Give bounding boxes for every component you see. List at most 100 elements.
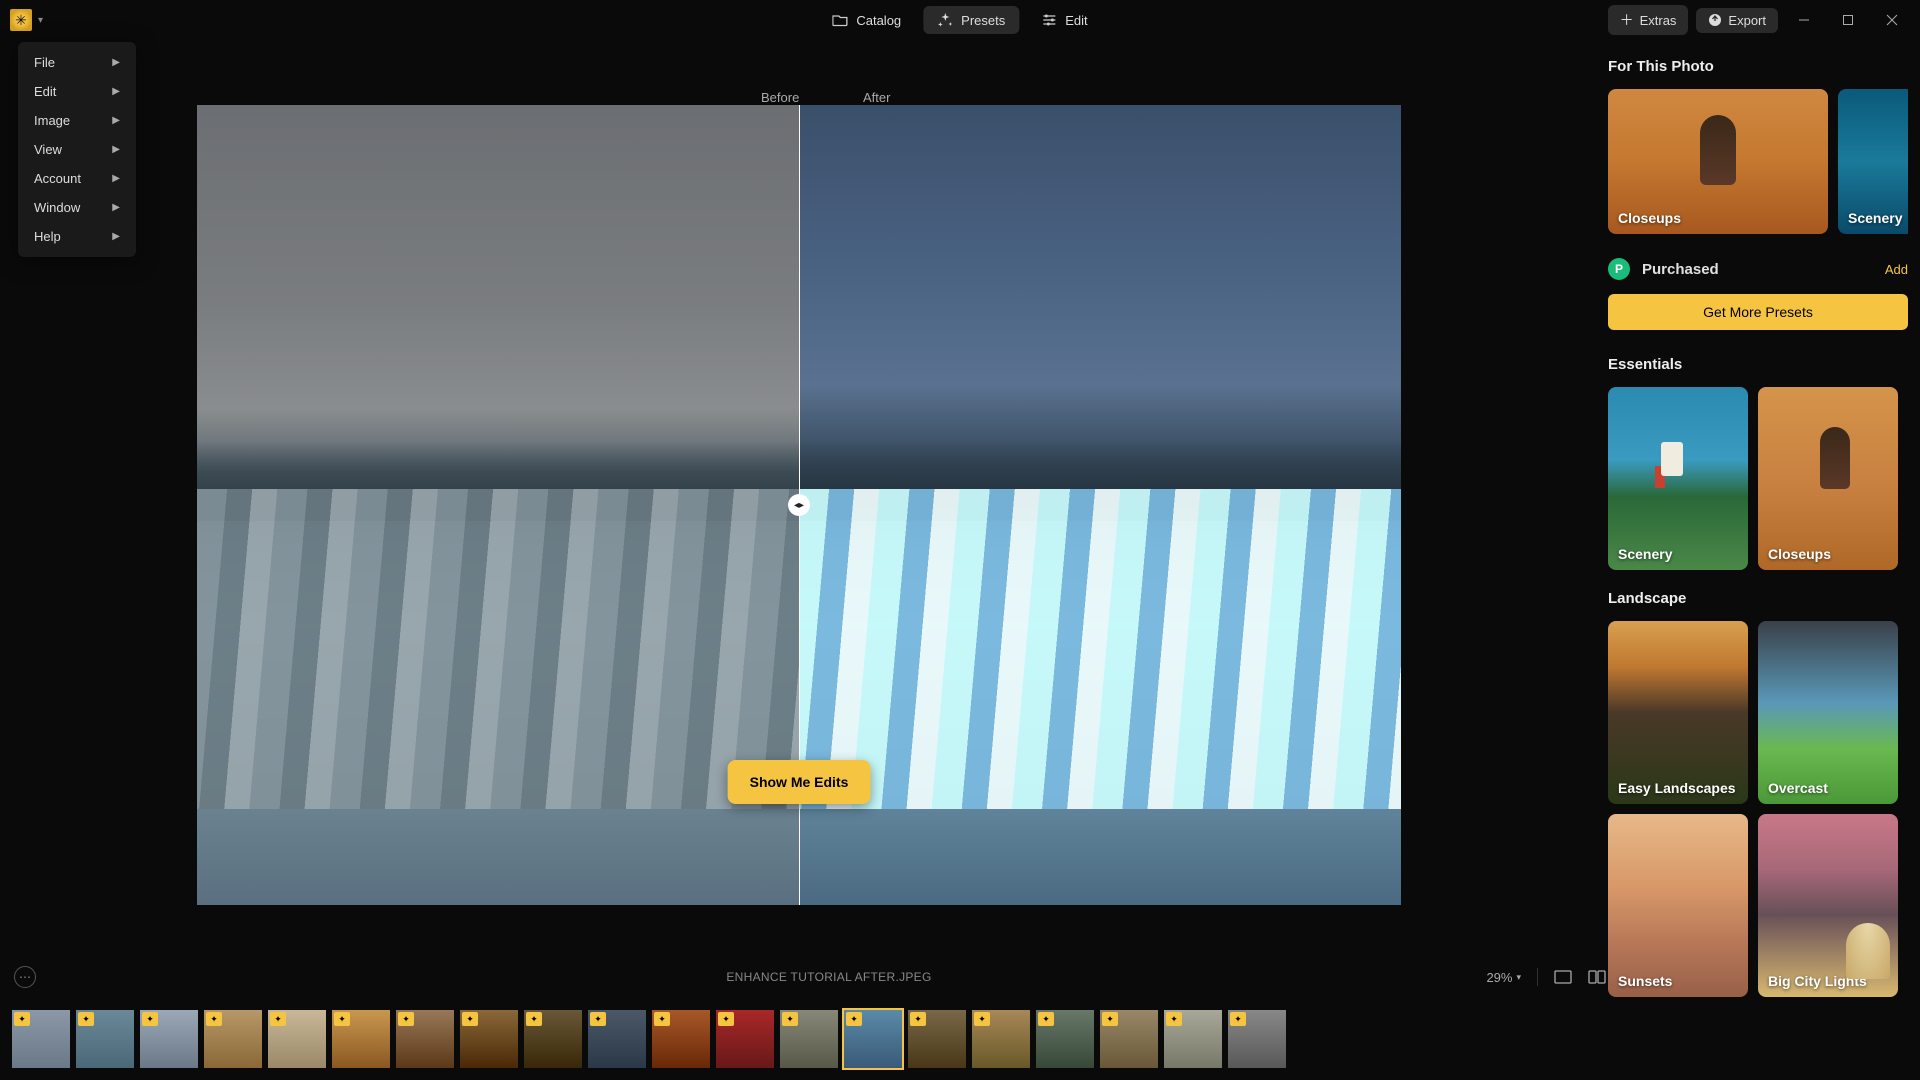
submenu-arrow-icon: ▶ <box>112 86 120 97</box>
submenu-arrow-icon: ▶ <box>112 115 120 126</box>
submenu-arrow-icon: ▶ <box>112 231 120 242</box>
presets-label: Presets <box>961 13 1005 28</box>
close-icon <box>1886 14 1898 26</box>
filmstrip-thumb[interactable]: ✦ <box>10 1008 72 1070</box>
edited-badge-icon: ✦ <box>334 1012 350 1026</box>
sliders-icon <box>1041 12 1057 28</box>
close-button[interactable] <box>1874 6 1910 34</box>
after-image <box>799 105 1401 905</box>
filmstrip-thumb[interactable]: ✦ <box>522 1008 584 1070</box>
menu-edit[interactable]: Edit▶ <box>18 77 136 106</box>
before-image <box>197 105 799 905</box>
export-icon <box>1708 13 1722 27</box>
presets-tab[interactable]: Presets <box>923 6 1019 34</box>
menu-view[interactable]: View▶ <box>18 135 136 164</box>
catalog-tab[interactable]: Catalog <box>818 6 915 34</box>
preset-card-closeups-ess[interactable]: Closeups <box>1758 387 1898 570</box>
single-view-button[interactable] <box>1554 968 1572 986</box>
filmstrip-thumb[interactable]: ✦ <box>970 1008 1032 1070</box>
minimize-button[interactable] <box>1786 6 1822 34</box>
filmstrip-thumb[interactable]: ✦ <box>138 1008 200 1070</box>
before-label: Before <box>761 90 799 105</box>
single-view-icon <box>1554 970 1572 984</box>
preset-card-sunsets[interactable]: Sunsets <box>1608 814 1748 997</box>
app-menu-caret[interactable]: ▾ <box>38 15 43 26</box>
extras-button[interactable]: ＋ Extras <box>1608 5 1689 35</box>
menu-file[interactable]: File▶ <box>18 48 136 77</box>
edited-badge-icon: ✦ <box>1230 1012 1246 1026</box>
app-logo[interactable] <box>10 9 32 31</box>
essentials-title: Essentials <box>1608 356 1908 373</box>
filmstrip-thumb[interactable]: ✦ <box>266 1008 328 1070</box>
edited-badge-icon: ✦ <box>1102 1012 1118 1026</box>
edited-badge-icon: ✦ <box>142 1012 158 1026</box>
edited-badge-icon: ✦ <box>910 1012 926 1026</box>
menu-help[interactable]: Help▶ <box>18 222 136 251</box>
edited-badge-icon: ✦ <box>1166 1012 1182 1026</box>
compare-handle[interactable]: ◂▸ <box>788 494 810 516</box>
show-edits-button[interactable]: Show Me Edits <box>728 760 871 804</box>
filmstrip-thumb[interactable]: ✦ <box>650 1008 712 1070</box>
filmstrip-thumb[interactable]: ✦ <box>330 1008 392 1070</box>
submenu-arrow-icon: ▶ <box>112 173 120 184</box>
preset-card-easy-landscapes[interactable]: Easy Landscapes <box>1608 621 1748 804</box>
filmstrip-thumb[interactable]: ✦ <box>74 1008 136 1070</box>
filmstrip-thumb[interactable]: ✦ <box>1034 1008 1096 1070</box>
menu-account[interactable]: Account▶ <box>18 164 136 193</box>
filmstrip-thumb[interactable]: ✦ <box>842 1008 904 1070</box>
filmstrip-thumb[interactable]: ✦ <box>394 1008 456 1070</box>
presets-panel: For This Photo Closeups Scenery P Purcha… <box>1590 40 1920 1080</box>
filmstrip-thumb[interactable]: ✦ <box>202 1008 264 1070</box>
more-options-button[interactable]: ⋯ <box>14 966 36 988</box>
edited-badge-icon: ✦ <box>206 1012 222 1026</box>
edited-badge-icon: ✦ <box>1038 1012 1054 1026</box>
maximize-icon <box>1842 14 1854 26</box>
filmstrip-thumb[interactable]: ✦ <box>778 1008 840 1070</box>
filmstrip-thumb[interactable]: ✦ <box>458 1008 520 1070</box>
purchased-title: Purchased <box>1642 261 1885 278</box>
edit-tab[interactable]: Edit <box>1027 6 1101 34</box>
app-menu: File▶ Edit▶ Image▶ View▶ Account▶ Window… <box>18 42 136 257</box>
plus-icon: ＋ <box>1620 10 1634 30</box>
filmstrip-thumb[interactable]: ✦ <box>1226 1008 1288 1070</box>
ellipsis-icon: ⋯ <box>19 970 31 984</box>
menu-image[interactable]: Image▶ <box>18 106 136 135</box>
export-button[interactable]: Export <box>1696 8 1778 33</box>
edit-label: Edit <box>1065 13 1087 28</box>
edited-badge-icon: ✦ <box>526 1012 542 1026</box>
filmstrip-thumb[interactable]: ✦ <box>1098 1008 1160 1070</box>
minimize-icon <box>1798 14 1810 26</box>
folder-icon <box>832 12 848 28</box>
edited-badge-icon: ✦ <box>846 1012 862 1026</box>
file-name: ENHANCE TUTORIAL AFTER.JPEG <box>726 970 931 984</box>
edited-badge-icon: ✦ <box>718 1012 734 1026</box>
filmstrip-thumb[interactable]: ✦ <box>906 1008 968 1070</box>
extras-label: Extras <box>1640 13 1677 28</box>
filmstrip-thumb[interactable]: ✦ <box>586 1008 648 1070</box>
preset-card-big-city-lights[interactable]: Big City Lights <box>1758 814 1898 997</box>
image-canvas[interactable]: ◂▸ Show Me Edits <box>197 105 1401 905</box>
edited-badge-icon: ✦ <box>270 1012 286 1026</box>
canvas-area: Before After ◂▸ Show Me Edits <box>0 40 1658 994</box>
filmstrip-thumb[interactable]: ✦ <box>714 1008 776 1070</box>
get-more-presets-button[interactable]: Get More Presets <box>1608 294 1908 330</box>
preset-card-scenery[interactable]: Scenery <box>1838 89 1908 234</box>
edited-badge-icon: ✦ <box>398 1012 414 1026</box>
edited-badge-icon: ✦ <box>974 1012 990 1026</box>
preset-card-overcast[interactable]: Overcast <box>1758 621 1898 804</box>
preset-card-closeups[interactable]: Closeups <box>1608 89 1828 234</box>
menu-window[interactable]: Window▶ <box>18 193 136 222</box>
submenu-arrow-icon: ▶ <box>112 202 120 213</box>
maximize-button[interactable] <box>1830 6 1866 34</box>
for-this-photo-title: For This Photo <box>1608 58 1908 75</box>
edited-badge-icon: ✦ <box>78 1012 94 1026</box>
filmstrip-thumb[interactable]: ✦ <box>1162 1008 1224 1070</box>
submenu-arrow-icon: ▶ <box>112 144 120 155</box>
edited-badge-icon: ✦ <box>782 1012 798 1026</box>
zoom-dropdown[interactable]: 29%▾ <box>1486 970 1521 985</box>
sparkle-icon <box>937 12 953 28</box>
preset-card-scenery-ess[interactable]: Scenery <box>1608 387 1748 570</box>
filmstrip[interactable]: ✦✦✦✦✦✦✦✦✦✦✦✦✦✦✦✦✦✦✦✦ <box>10 1008 1658 1070</box>
edited-badge-icon: ✦ <box>462 1012 478 1026</box>
add-preset-link[interactable]: Add <box>1885 262 1908 277</box>
